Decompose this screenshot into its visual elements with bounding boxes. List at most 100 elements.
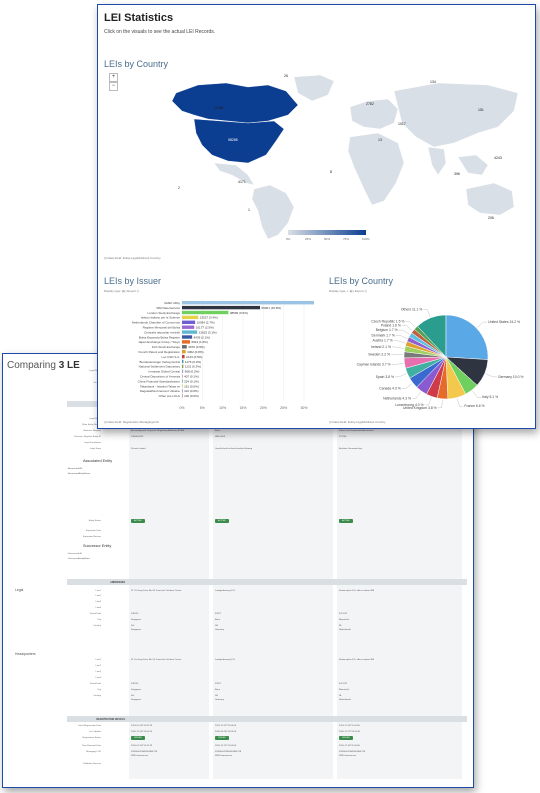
issuer-bar[interactable]: [182, 325, 195, 329]
issuer-bar[interactable]: [182, 374, 183, 378]
cell-managing-lou: 5299000J2N45DDNE5Y28: [339, 751, 366, 753]
map-legend-tick: 50%: [324, 237, 331, 241]
lei-statistics-window: LEI Statistics Click on the visuals to s…: [97, 4, 536, 429]
issuer-bar[interactable]: [182, 389, 183, 393]
cell-business-register: Accounting and Corporate Regulatory Auth…: [131, 430, 185, 432]
issuer-bar[interactable]: [182, 335, 193, 339]
issuer-bar[interactable]: [182, 384, 183, 388]
issuer-value-label: 102 (0.0%): [184, 394, 199, 398]
world-map[interactable]: 98285 16381 4171 26 2782 134 1017 13 151 4243 396 2…: [98, 71, 535, 241]
cell-hq-postal: 535224: [131, 683, 139, 685]
country-pie-label: Italy 5.1 %: [482, 395, 498, 399]
country-pie-slice[interactable]: [445, 314, 489, 360]
cell-country: DE: [215, 625, 219, 627]
country-pie-label: Czech Republic 1.5 %: [371, 319, 404, 323]
country-pie-leader: [472, 390, 482, 398]
country-pie-label: Cayman Islands 3.7 %: [357, 362, 391, 366]
issuer-bar-chart[interactable]: 0%5%10%15%20%25%30%GMEI Utility159189 (3…: [104, 297, 314, 415]
country-pie-leader: [401, 383, 413, 389]
country-toolbar[interactable]: Display type: ◐ ▤ | Export ⎙: [329, 289, 367, 293]
issuer-bar[interactable]: [182, 364, 184, 369]
issuer-value-label: 1131 (0.3%): [185, 365, 201, 369]
map-count-label: 4243: [494, 156, 502, 160]
cell-hq-country-name: Netherlands: [339, 699, 351, 701]
cell-hq-postal: 53227: [215, 683, 222, 685]
issuer-category-label: Inmarsat Global Central: [148, 370, 180, 374]
issuer-bar[interactable]: [182, 330, 198, 334]
issuer-bar[interactable]: [182, 359, 184, 364]
country-pie-chart[interactable]: Others 11.1 % United States 24.2 % Germany…: [324, 297, 534, 419]
label-associated-lei: - AssociatedLEI: [67, 468, 83, 470]
cell-hq-address: Landgrabenweg 151: [215, 659, 235, 661]
page-subtitle: Click on the visuals to see the actual L…: [104, 29, 216, 35]
issuer-bar[interactable]: [182, 354, 185, 359]
issuer-x-tick: 25%: [280, 406, 287, 410]
cell-register-id: 199604344Z: [131, 436, 144, 438]
cell-next-renewal: 2016-12-12T12:04:06: [215, 745, 237, 747]
issuer-category-label: National Settlement Depository: [139, 365, 181, 369]
issuer-bar[interactable]: [182, 305, 261, 310]
issuer-category-label: Dagsavkifta forencent Ukraine: [140, 389, 181, 393]
cell-postal: 4221 RT: [339, 613, 348, 615]
issuer-category-label: Japan Exchange Group / Tokyo: [138, 340, 180, 344]
cell-hq-postal: 4221 RT: [339, 683, 348, 685]
issuer-category-label: China Financial Standardization: [138, 379, 181, 383]
map-region-europe: [349, 98, 399, 130]
issuer-bar[interactable]: [182, 345, 187, 349]
issuer-value-label: 10934 (2.7%): [197, 321, 215, 325]
label-hq-field: Line1: [95, 659, 101, 661]
issuer-category-label: Irish Stock Exchange: [152, 345, 181, 349]
section-registration-details: REGISTRATION DETAILS: [96, 718, 125, 721]
map-count-label: 2: [178, 186, 180, 190]
cell-managing-lou-sub: WM Datenservice: [131, 755, 149, 757]
label-entity-field: Business Register Entity ID: [74, 436, 101, 438]
label-entity-field: Business Register: [83, 430, 101, 432]
cell-managing-lou-sub: WM Datenservice: [339, 755, 357, 757]
issuer-data-field: (i) Data Field: Registration.ManagingLOU: [104, 420, 160, 424]
issuer-bar[interactable]: [182, 379, 183, 383]
label-address-field: Line1: [95, 590, 101, 592]
map-count-label: 396: [454, 172, 460, 176]
cell-address: Stationsplein 8 K, office number 889: [339, 590, 375, 592]
cell-city: Bonn: [215, 619, 221, 621]
map-region-canada: [171, 82, 299, 124]
compare-title-prefix: Comparing: [7, 360, 59, 371]
map-count-label: 98285: [228, 138, 238, 142]
map-count-label: 151: [478, 108, 484, 112]
issuer-bar[interactable]: [182, 394, 183, 398]
map-count-label: 8: [330, 170, 332, 174]
cell-hq-country: DE: [215, 695, 219, 697]
issuer-bar[interactable]: [182, 320, 196, 324]
status-badge: ACTIVE: [215, 519, 229, 523]
issuer-toolbar[interactable]: Display type: ▤ | Export ⎙: [104, 289, 139, 293]
issuer-category-label: Bolsa Espanola Bolsa Registre: [139, 335, 181, 339]
cell-hq-country-name: Germany: [215, 699, 224, 701]
label-registration-field: Managing LOU: [86, 751, 101, 753]
issuer-value-label: 6644 (1.6%): [191, 340, 207, 344]
cell-address: Landgrabenweg 151: [215, 590, 235, 592]
cell-managing-lou: 5299000J2N45DDNE5Y28: [215, 751, 242, 753]
issuer-bar[interactable]: [182, 301, 314, 305]
issuer-value-label: 1176 (0.3%): [185, 360, 201, 364]
issuer-value-label: 10177 (2.5%): [196, 326, 214, 330]
map-section-title: LEIs by Country: [104, 59, 169, 69]
label-registration-field: Registration Status: [82, 737, 101, 739]
cell-last-update: 2016-08-26T13:53:06: [215, 731, 237, 733]
cell-hq-address: 31 Tai Seng Drive 6th 06, Deutsche Telek…: [131, 659, 182, 661]
issuer-bar[interactable]: [182, 310, 229, 315]
issuer-bar[interactable]: [182, 369, 184, 373]
issuer-x-tick: 10%: [219, 406, 226, 410]
cell-hq-city: Bonn: [215, 689, 221, 691]
issuer-bar[interactable]: [182, 350, 186, 354]
label-hq-field: Line3: [95, 671, 101, 673]
registration-status-badge: ISSUED: [215, 736, 229, 740]
label-registration-field: Validation Sources: [82, 763, 101, 765]
label-hq-field: Country: [93, 695, 101, 697]
map-legend: [288, 230, 366, 235]
registration-status-badge: ISSUED: [339, 736, 353, 740]
issuer-bar[interactable]: [182, 315, 199, 320]
issuer-category-label: Bundesanzeiger Verlag GmbH: [139, 360, 180, 364]
label-country: Country: [67, 382, 101, 384]
issuer-bar[interactable]: [182, 340, 190, 344]
label-successor-name: - SuccessorEntityName: [67, 558, 90, 560]
